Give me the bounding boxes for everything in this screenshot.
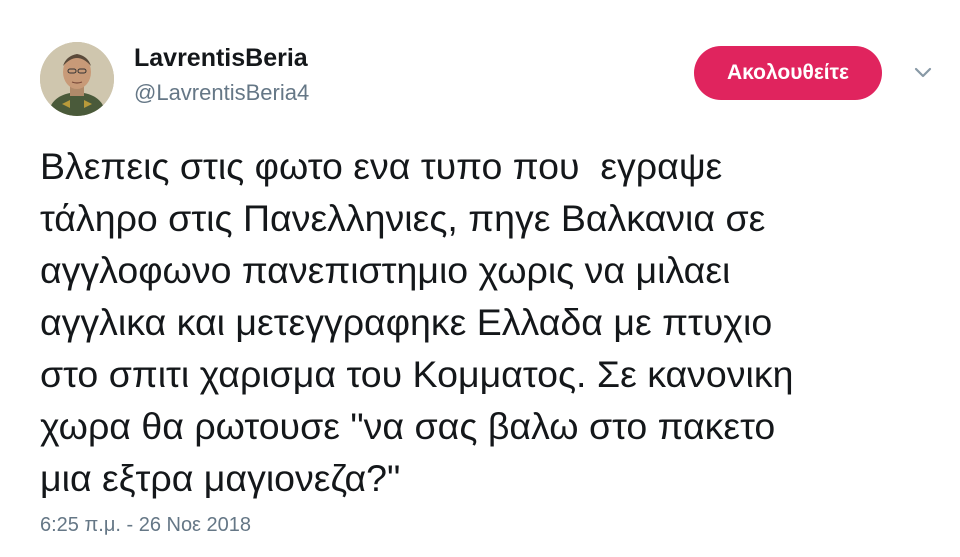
tweet-text-line: αγγλικα και μετεγγραφηκε Ελλαδα με πτυχι… — [40, 301, 773, 343]
tweet-text: Βλεπεις στις φωτο ενα τυπο που εγραψε τά… — [40, 140, 940, 504]
chevron-down-icon — [914, 67, 932, 78]
tweet-text-line: Βλεπεις στις φωτο ενα τυπο που εγραψε — [40, 145, 723, 187]
tweet-text-line: αγγλοφωνο πανεπιστημιο χωρις να μιλαει — [40, 249, 731, 291]
tweet-card: LavrentisBeria @LavrentisBeria4 Ακολουθε… — [0, 0, 960, 557]
avatar[interactable] — [40, 42, 114, 116]
display-name[interactable]: LavrentisBeria — [134, 44, 308, 73]
more-options-button[interactable] — [912, 62, 934, 84]
following-button[interactable]: Ακολουθείτε — [694, 46, 882, 100]
user-handle[interactable]: @LavrentisBeria4 — [134, 80, 309, 106]
tweet-timestamp[interactable]: 6:25 π.μ. - 26 Νοε 2018 — [40, 514, 251, 537]
tweet-text-line: χωρα θα ρωτουσε "να σας βαλω στο πακετο — [40, 405, 776, 447]
tweet-text-line: τάληρο στις Πανελληνιες, πηγε Βαλκανια σ… — [40, 197, 766, 239]
profile-photo-icon — [40, 42, 114, 116]
tweet-text-line: στο σπιτι χαρισμα του Κομματος. Σε κανον… — [40, 353, 794, 395]
tweet-text-line: μια εξτρα μαγιονεζα?" — [40, 457, 401, 499]
